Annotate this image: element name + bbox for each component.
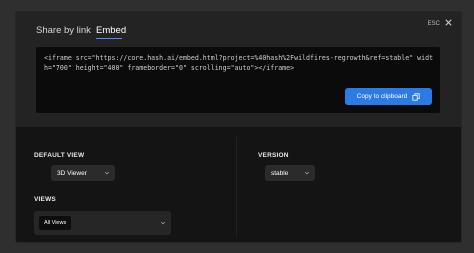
esc-label[interactable]: ESC [428, 21, 440, 27]
copy-to-clipboard-button[interactable]: Copy to clipboard [345, 88, 432, 105]
views-chip[interactable]: All Views [39, 216, 72, 230]
close-icon[interactable] [444, 18, 453, 27]
chevron-down-icon [304, 171, 310, 175]
share-modal: Share by link Embed ESC <iframe src="htt… [15, 11, 462, 243]
copy-icon [412, 92, 420, 101]
chevron-down-icon [104, 171, 110, 175]
embed-code-text[interactable]: <iframe src="https://core.hash.ai/embed.… [44, 54, 436, 73]
version-select[interactable]: stable [265, 165, 315, 181]
embed-code-box[interactable]: <iframe src="https://core.hash.ai/embed.… [36, 47, 440, 113]
views-select[interactable]: All Views [34, 211, 171, 235]
default-view-select[interactable]: 3D Viewer [51, 165, 115, 181]
default-view-label: DEFAULT VIEW [34, 152, 85, 159]
version-value: stable [271, 169, 289, 177]
share-panel: Share by link Embed ESC <iframe src="htt… [16, 12, 461, 127]
views-label: VIEWS [34, 196, 56, 203]
active-tab-indicator [96, 38, 122, 39]
version-label: VERSION [258, 152, 289, 159]
column-divider [236, 137, 237, 237]
embed-settings: DEFAULT VIEW 3D Viewer VIEWS All Views V… [16, 127, 461, 242]
copy-button-label: Copy to clipboard [356, 93, 408, 100]
default-view-value: 3D Viewer [57, 169, 87, 177]
tab-embed[interactable]: Embed [96, 25, 126, 36]
chevron-down-icon [160, 221, 166, 225]
tab-share-by-link[interactable]: Share by link [36, 25, 91, 36]
